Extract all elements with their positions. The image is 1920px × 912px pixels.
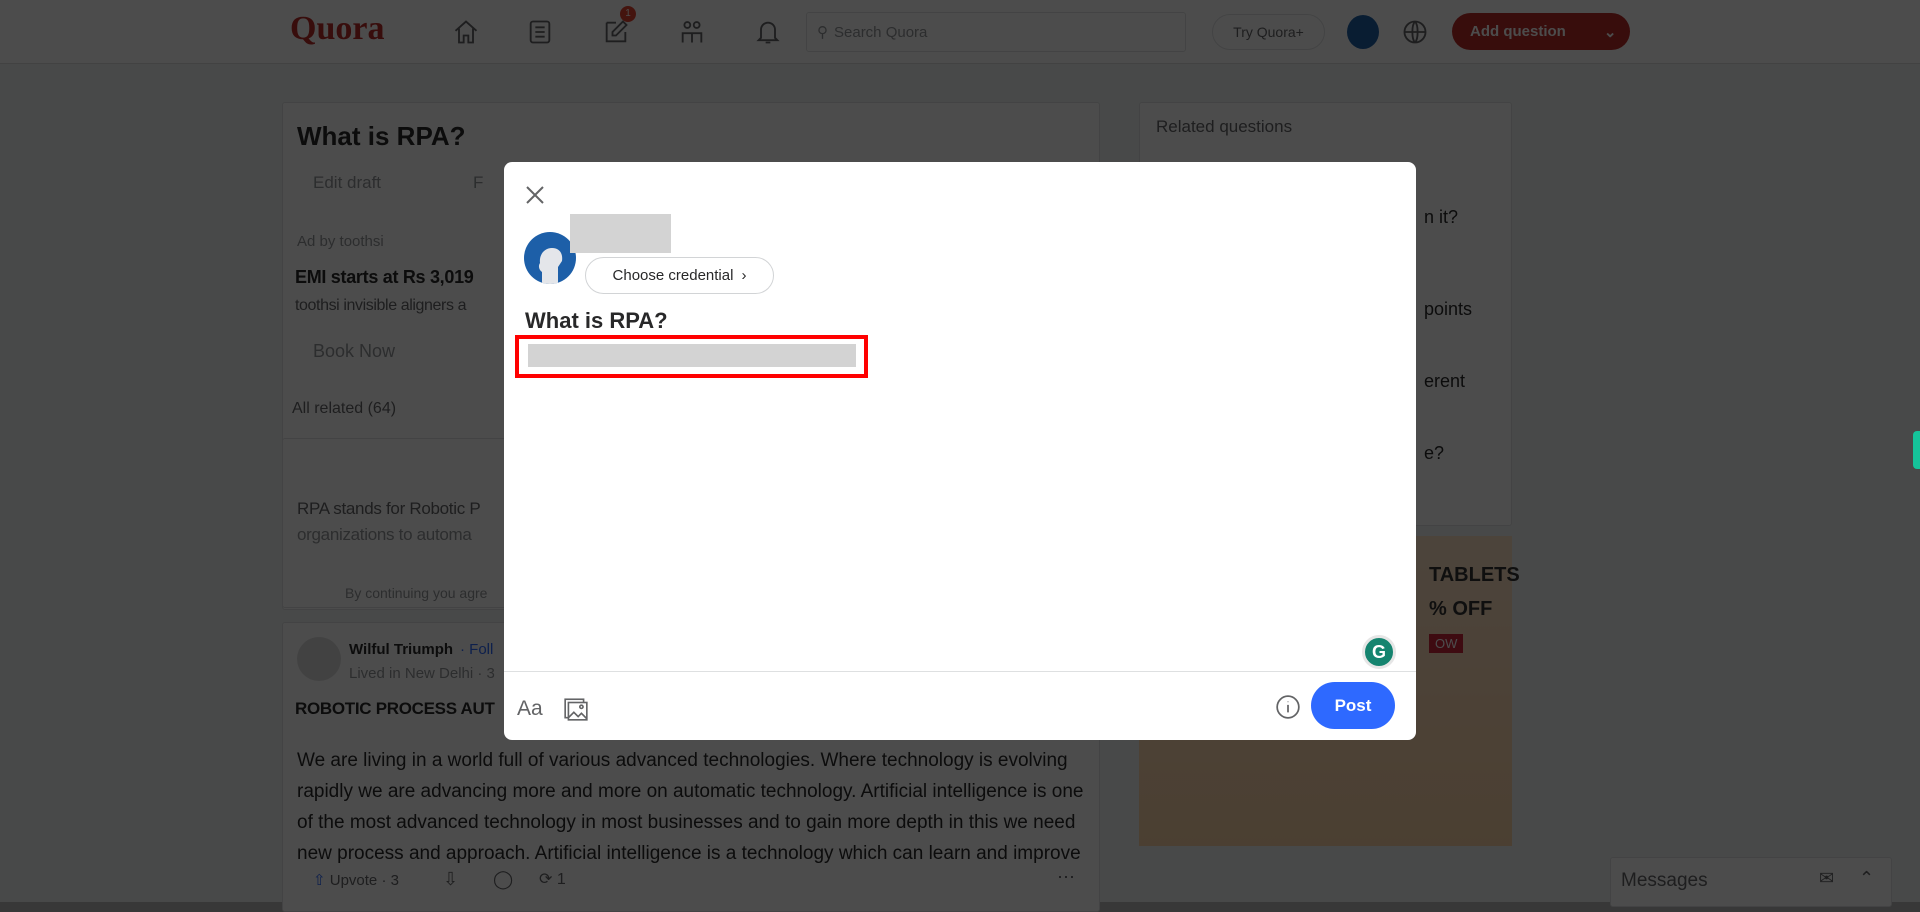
more-options-icon[interactable]: ⋯ — [1057, 867, 1075, 888]
try-quora-plus-button[interactable]: Try Quora+ — [1212, 14, 1325, 50]
ad-cta: OW — [1429, 634, 1464, 653]
grammarly-side-tab[interactable] — [1913, 431, 1920, 469]
author-avatar[interactable] — [297, 637, 341, 681]
divider — [504, 671, 1416, 672]
answer-line: We are living in a world full of various… — [297, 750, 1068, 771]
image-upload-icon[interactable] — [563, 696, 589, 727]
search-icon: ⚲ — [817, 24, 828, 41]
grammarly-icon[interactable]: G — [1362, 635, 1396, 669]
choose-credential-button[interactable]: Choose credential › — [585, 257, 774, 294]
answer-icon[interactable]: 1 — [598, 6, 636, 50]
ai-answer-text-2: organizations to automa — [297, 525, 472, 544]
notification-badge: 1 — [620, 6, 636, 22]
info-icon[interactable] — [1275, 694, 1301, 725]
chevron-up-icon[interactable]: ⌃ — [1859, 868, 1874, 889]
edit-draft-button[interactable]: Edit draft — [313, 173, 381, 193]
question-title: What is RPA? — [297, 121, 466, 151]
text-format-button[interactable]: Aa — [517, 697, 543, 721]
chevron-down-icon: ⌄ — [1603, 23, 1617, 41]
author-credential: Lived in New Delhi · 3 — [349, 665, 495, 682]
answer-modal: Choose credential › What is RPA? G Aa Pos… — [504, 162, 1416, 740]
chevron-right-icon: › — [741, 267, 747, 284]
follow-author-link[interactable]: · Foll — [460, 641, 493, 658]
close-icon[interactable] — [524, 184, 546, 211]
answer-body: We are living in a world full of various… — [297, 745, 1083, 869]
spaces-icon[interactable] — [674, 14, 710, 50]
comment-icon[interactable]: ◯ — [493, 869, 513, 890]
search-input[interactable]: ⚲ Search Quora — [806, 12, 1186, 52]
related-question[interactable]: n it? — [1424, 207, 1458, 228]
follow-button[interactable]: F — [473, 173, 483, 193]
answer-line: of the most advanced technology in most … — [297, 812, 1076, 833]
ai-answer-text: RPA stands for Robotic P — [297, 499, 481, 518]
related-title: Related questions — [1156, 117, 1293, 136]
author-name[interactable]: Wilful Triumph — [349, 641, 453, 658]
terms-text: By continuing you agre — [345, 585, 488, 601]
quora-logo[interactable]: Quora — [290, 10, 384, 48]
home-icon[interactable] — [448, 14, 484, 50]
ad-text-2: % OFF — [1429, 598, 1493, 620]
top-nav: Quora 1 ⚲ Search Quora Try Quora+ Add que… — [0, 0, 1920, 64]
avatar[interactable] — [1347, 15, 1379, 49]
redacted-name — [570, 214, 671, 253]
messages-panel[interactable]: Messages ✉ ⌃ — [1610, 857, 1892, 907]
answer-text-input[interactable] — [528, 344, 856, 367]
modal-question-title: What is RPA? — [525, 308, 668, 333]
related-question[interactable]: points — [1424, 299, 1472, 320]
downvote-icon[interactable]: ⇩ — [443, 869, 458, 890]
related-question[interactable]: e? — [1424, 443, 1444, 464]
ad-body: toothsi invisible aligners a — [295, 297, 467, 314]
upvote-button[interactable]: ⇧ Upvote · 3 — [313, 871, 399, 889]
book-now-button[interactable]: Book Now — [313, 341, 395, 362]
share-icon: ⟳ — [539, 871, 553, 888]
add-question-button[interactable]: Add question ⌄ — [1452, 13, 1630, 50]
compose-icon[interactable]: ✉ — [1819, 868, 1834, 889]
share-button[interactable]: ⟳ 1 — [539, 869, 566, 889]
bell-icon[interactable] — [750, 14, 786, 50]
answer-line: new process and approach. Artificial int… — [297, 843, 1081, 864]
related-question[interactable]: erent — [1424, 371, 1465, 392]
user-avatar — [524, 232, 576, 284]
ad-headline[interactable]: EMI starts at Rs 3,019 — [295, 267, 474, 288]
all-related-dropdown[interactable]: All related (64) — [292, 400, 396, 418]
upvote-icon: ⇧ — [313, 872, 326, 889]
globe-icon[interactable] — [1397, 14, 1433, 50]
ad-text: TABLETS — [1429, 564, 1520, 586]
answer-line: rapidly we are advancing more and more o… — [297, 781, 1084, 802]
following-icon[interactable] — [522, 14, 558, 50]
answer-heading: ROBOTIC PROCESS AUT — [295, 699, 495, 718]
post-button[interactable]: Post — [1311, 682, 1395, 729]
messages-label: Messages — [1621, 870, 1708, 891]
ad-label: Ad by toothsi — [297, 233, 384, 250]
